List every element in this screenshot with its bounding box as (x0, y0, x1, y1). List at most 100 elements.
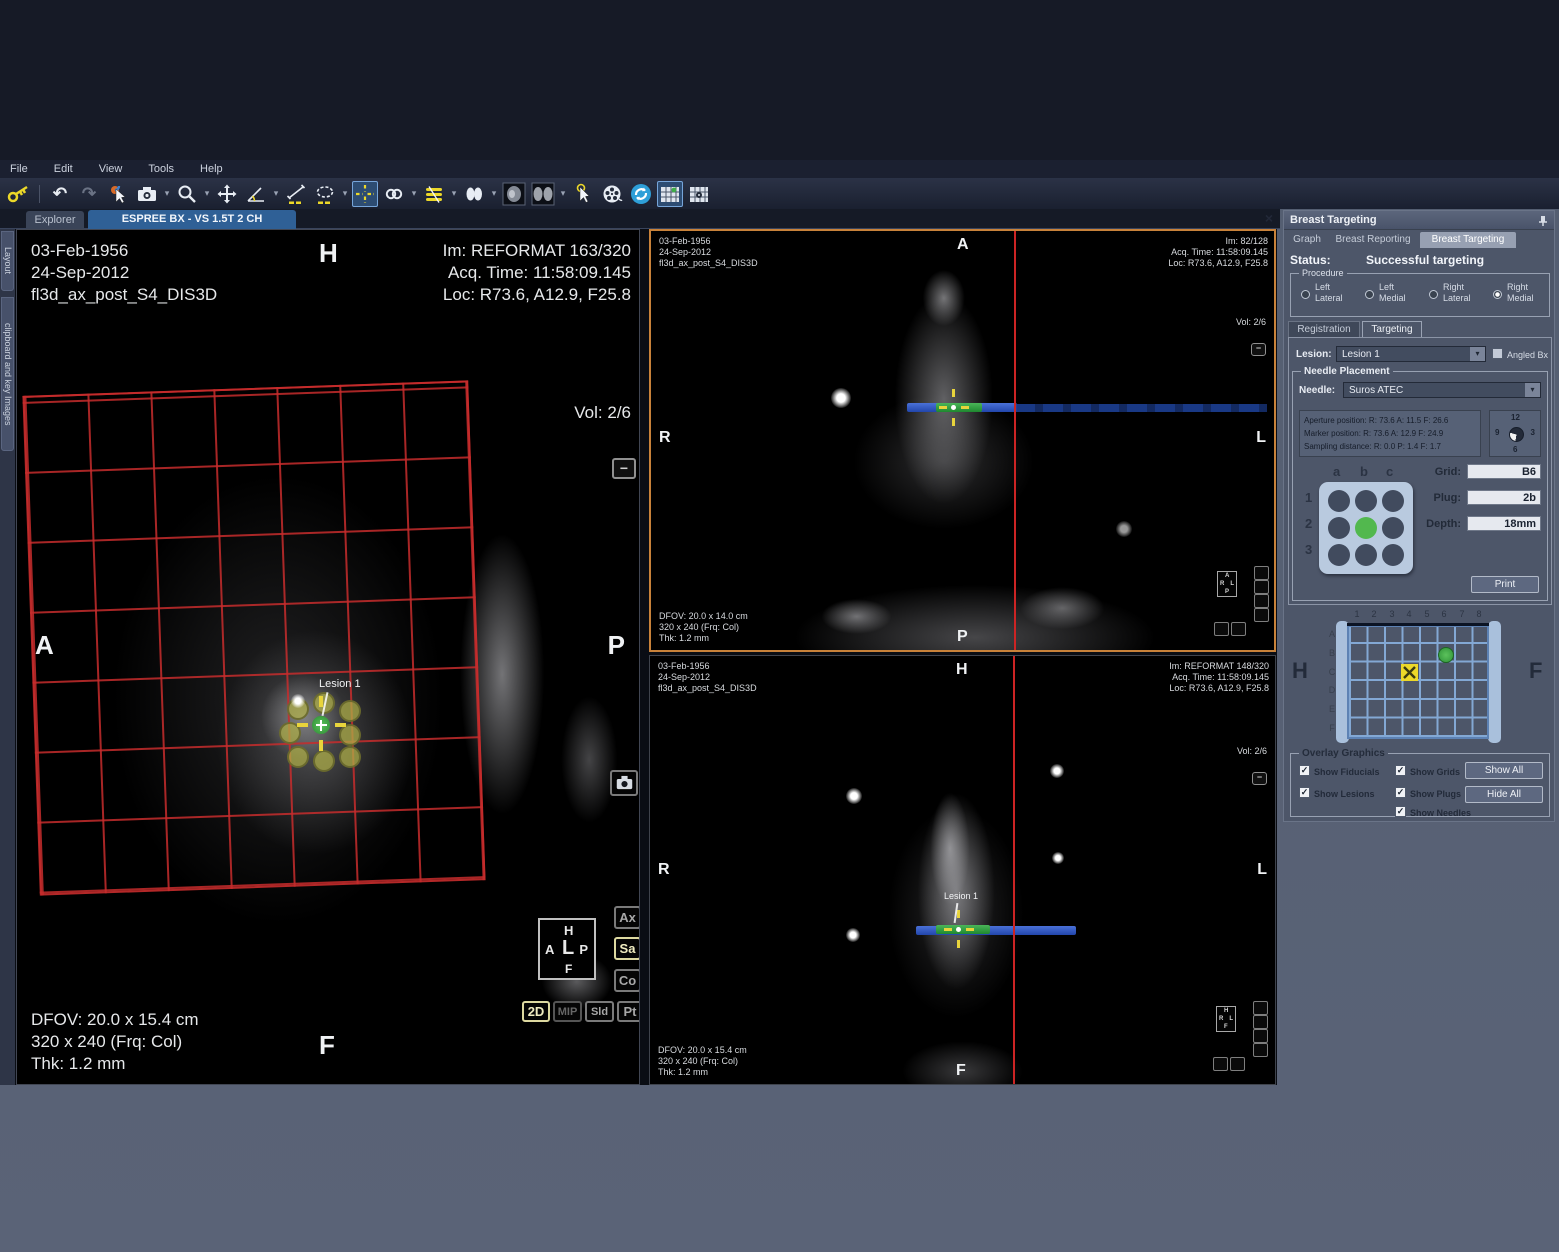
radio-left-lateral[interactable] (1301, 290, 1310, 299)
grid-field[interactable]: B6 (1467, 464, 1541, 479)
sync-icon[interactable] (628, 181, 654, 207)
viewport-axial-top[interactable]: 03-Feb-195624-Sep-2012fl3d_ax_post_S4_DI… (649, 229, 1276, 652)
breast-view-icon[interactable] (501, 181, 527, 207)
depth-field[interactable]: 18mm (1467, 516, 1541, 531)
menu-help[interactable]: Help (200, 163, 223, 175)
show-lesions-checkbox[interactable]: ✓ (1299, 787, 1310, 798)
print-button[interactable]: Print (1471, 576, 1539, 593)
mini-button[interactable] (1213, 1057, 1228, 1071)
slide-button[interactable]: Sld (585, 1001, 614, 1022)
link-icon[interactable] (381, 181, 407, 207)
viewport-sagittal[interactable]: Lesion 1 03-Feb-195624-Sep-2012fl3d_ax_p… (16, 229, 640, 1085)
pointer-highlight-icon[interactable] (570, 181, 596, 207)
grid-plug-icon[interactable] (686, 181, 712, 207)
active-plug-hole[interactable] (1355, 517, 1377, 539)
image-pair-icon[interactable] (461, 181, 487, 207)
2d-button[interactable]: 2D (522, 1001, 550, 1022)
mini-button[interactable] (1254, 608, 1269, 622)
show-plugs-checkbox[interactable]: ✓ (1395, 787, 1406, 798)
crosshair-center[interactable] (956, 927, 961, 932)
close-icon[interactable]: × (1261, 210, 1277, 226)
axial-button[interactable]: Ax (614, 906, 640, 929)
select-pointer-icon[interactable] (105, 181, 131, 207)
mini-button[interactable] (1253, 1029, 1268, 1043)
mip-button[interactable]: MIP (553, 1001, 582, 1022)
mini-button[interactable] (1253, 1001, 1268, 1015)
hide-all-button[interactable]: Hide All (1465, 786, 1543, 803)
dropdown-caret[interactable]: ▾ (559, 188, 567, 199)
lesion-select[interactable]: Lesion 1 ▾ (1336, 346, 1486, 362)
mini-button[interactable] (1254, 594, 1269, 608)
tab-graph[interactable]: Graph (1288, 232, 1326, 248)
mini-button[interactable] (1254, 580, 1269, 594)
crosshair-icon[interactable] (352, 181, 378, 207)
tab-study[interactable]: ESPREE BX - VS 1.5T 2 CH (88, 210, 296, 229)
dropdown-caret[interactable]: ▾ (490, 188, 498, 199)
tab-registration[interactable]: Registration (1288, 321, 1360, 337)
tab-breast-targeting[interactable]: Breast Targeting (1420, 232, 1516, 248)
mini-button[interactable] (1231, 622, 1246, 636)
tab-explorer[interactable]: Explorer (26, 211, 84, 229)
dropdown-caret[interactable]: ▾ (272, 188, 280, 199)
cine-film-icon[interactable] (599, 181, 625, 207)
chevron-down-icon[interactable]: ▾ (1525, 383, 1540, 397)
show-needles-checkbox[interactable]: ✓ (1395, 806, 1406, 817)
mini-button[interactable] (1253, 1043, 1268, 1057)
radio-right-lateral[interactable] (1429, 290, 1438, 299)
layers-icon[interactable] (421, 181, 447, 207)
coronal-button[interactable]: Co (614, 969, 640, 992)
mini-button[interactable] (1254, 566, 1269, 580)
snapshot-button[interactable] (610, 770, 638, 796)
show-fiducials-checkbox[interactable]: ✓ (1299, 765, 1310, 776)
side-tab-clipboard[interactable]: clipboard and key Images (1, 297, 14, 451)
dropdown-caret[interactable]: ▾ (203, 188, 211, 199)
clock-position-control[interactable]: 12 9 3 6 (1489, 410, 1541, 457)
pt-button[interactable]: Pt (617, 1001, 640, 1022)
ellipse-roi-icon[interactable] (312, 181, 338, 207)
menu-view[interactable]: View (99, 163, 123, 175)
clock-knob[interactable] (1509, 427, 1524, 442)
breast-pair-view-icon[interactable] (530, 181, 556, 207)
collapse-button[interactable]: − (612, 458, 636, 479)
radio-left-medial[interactable] (1365, 290, 1374, 299)
pan-icon[interactable] (214, 181, 240, 207)
viewport-axial-bottom[interactable]: Lesion 1 03-Feb-195624-Sep-2012fl3d_ax_p… (649, 655, 1276, 1085)
localization-grid[interactable] (1347, 625, 1489, 739)
angled-bx-checkbox[interactable] (1492, 348, 1503, 359)
dropdown-caret[interactable]: ▾ (410, 188, 418, 199)
lesion-map-marker[interactable] (1438, 647, 1454, 663)
dropdown-caret[interactable]: ▾ (163, 188, 171, 199)
chevron-down-icon[interactable]: ▾ (1470, 347, 1485, 361)
grid-target-icon[interactable] (657, 181, 683, 207)
plug-selector-grid[interactable] (1319, 482, 1413, 574)
crosshair-center[interactable] (951, 405, 956, 410)
mini-button[interactable] (1214, 622, 1229, 636)
zoom-icon[interactable] (174, 181, 200, 207)
angle-icon[interactable] (243, 181, 269, 207)
menu-edit[interactable]: Edit (54, 163, 73, 175)
sagittal-button[interactable]: Sa (614, 937, 640, 960)
plug-field[interactable]: 2b (1467, 490, 1541, 505)
mini-button[interactable] (1230, 1057, 1245, 1071)
camera-icon[interactable] (134, 181, 160, 207)
mini-button[interactable] (1253, 1015, 1268, 1029)
key-icon[interactable] (6, 181, 32, 207)
target-marker[interactable] (1401, 664, 1418, 681)
show-all-button[interactable]: Show All (1465, 762, 1543, 779)
redo-icon[interactable]: ↷ (76, 181, 102, 207)
pin-icon[interactable] (1538, 215, 1548, 227)
show-grids-checkbox[interactable]: ✓ (1395, 765, 1406, 776)
menu-file[interactable]: File (10, 163, 28, 175)
dropdown-caret[interactable]: ▾ (450, 188, 458, 199)
menu-tools[interactable]: Tools (148, 163, 174, 175)
side-tab-layout[interactable]: Layout (1, 231, 14, 291)
collapse-button[interactable]: − (1252, 772, 1267, 785)
needle-select[interactable]: Suros ATEC ▾ (1343, 382, 1541, 398)
dropdown-caret[interactable]: ▾ (341, 188, 349, 199)
undo-icon[interactable]: ↶ (47, 181, 73, 207)
collapse-button[interactable]: − (1251, 343, 1266, 356)
tab-targeting[interactable]: Targeting (1362, 321, 1422, 337)
distance-line-icon[interactable] (283, 181, 309, 207)
radio-right-medial[interactable] (1493, 290, 1502, 299)
tab-breast-reporting[interactable]: Breast Reporting (1328, 232, 1418, 248)
